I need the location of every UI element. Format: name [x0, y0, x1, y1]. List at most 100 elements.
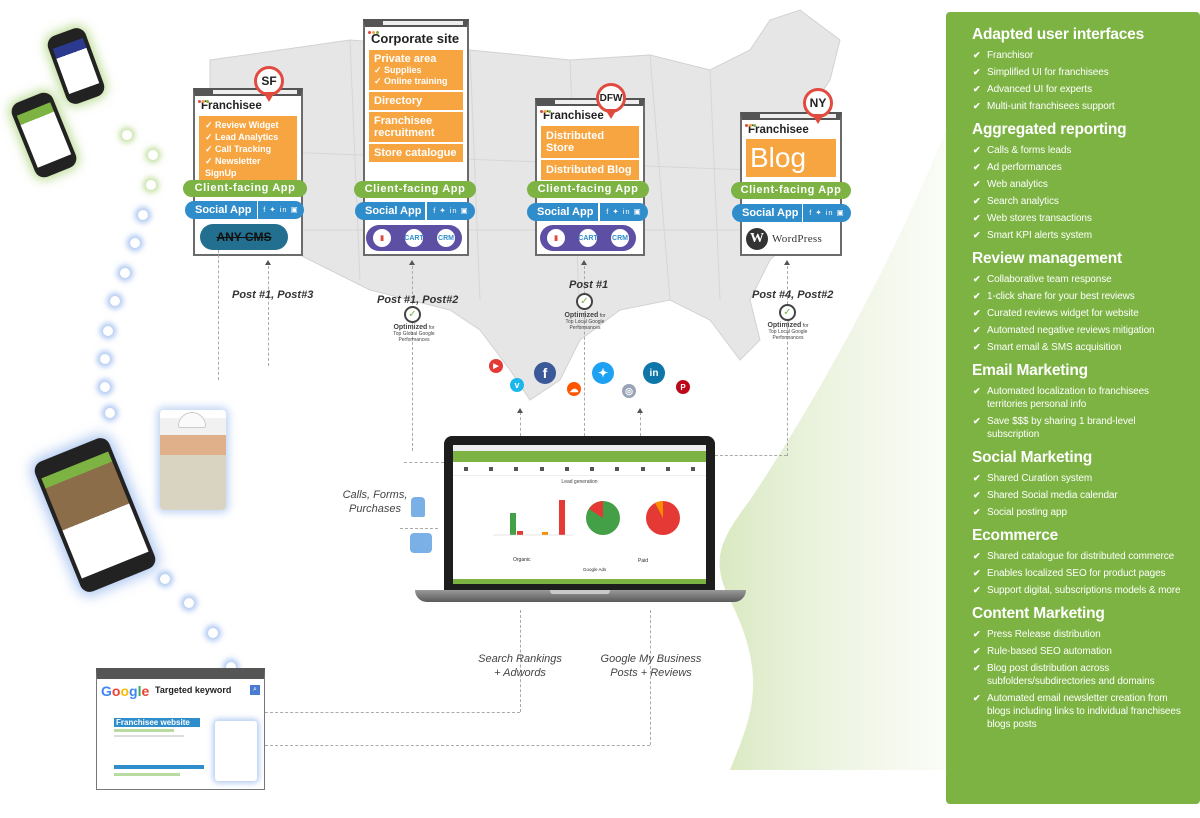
panel-item-text: Web analytics — [987, 179, 1048, 190]
person-presenting-icon — [411, 497, 425, 517]
check-icon: ✔ — [973, 663, 981, 673]
panel-item-text: Ad performances — [987, 162, 1062, 173]
corporate-client-facing-app[interactable]: Client-facing App — [354, 181, 476, 198]
connector-line — [520, 412, 521, 436]
blog-section[interactable]: Blog — [746, 139, 836, 177]
sf-social-icons: f ✦ in ▣ — [258, 201, 304, 219]
panel-item-text: Shared Curation system — [987, 473, 1093, 484]
panel-list-item: ✔ Press Release distribution — [972, 628, 1190, 641]
trail-dot — [110, 296, 120, 306]
wordpress-logo: W WordPress — [746, 226, 836, 252]
panel-section-title: Content Marketing — [972, 605, 1105, 622]
panel-section-title: Social Marketing — [972, 449, 1092, 466]
facebook-icon[interactable]: f — [534, 362, 556, 384]
check-icon: ✔ — [973, 693, 981, 703]
panel-list-item: ✔ Collaborative team response — [972, 273, 1190, 286]
pinterest-icon[interactable]: P — [676, 380, 690, 394]
wordpress-icon: W — [746, 228, 768, 250]
soundcloud-icon[interactable]: ☁ — [567, 382, 581, 396]
bar-green — [510, 513, 516, 535]
check-icon: ✔ — [973, 473, 981, 483]
panel-list-item: ✔ Blog post distribution across subfolder… — [972, 662, 1190, 688]
check-icon: ✔ — [973, 551, 981, 561]
check-icon: ✔ — [973, 325, 981, 335]
panel-item-text: Support digital, subscriptions models & … — [987, 585, 1181, 596]
linkedin-icon[interactable]: in — [643, 362, 665, 384]
panel-list-item: ✔ Web analytics — [972, 178, 1190, 191]
feature-item: ✓ Call Tracking — [205, 144, 272, 154]
feature-item: ✓ Lead Analytics — [205, 132, 279, 142]
sf-social-app[interactable]: Social App — [185, 201, 257, 219]
panel-section-title: Ecommerce — [972, 527, 1059, 544]
ny-client-facing-app[interactable]: Client-facing App — [731, 182, 851, 199]
distributed-blog-section[interactable]: Distributed Blog — [541, 160, 639, 180]
ny-social-app[interactable]: Social App — [732, 204, 802, 222]
features-panel: Adapted user interfaces ✔ Franchisor ✔ Simpl… — [946, 12, 1200, 804]
dfw-social-icons: f ✦ in ▣ — [600, 203, 648, 221]
search-keyword-input[interactable]: Targeted keyword — [155, 685, 231, 695]
corporate-social-app[interactable]: Social App — [355, 202, 425, 220]
bar-red-small — [517, 531, 523, 535]
dfw-social-app[interactable]: Social App — [527, 203, 598, 221]
youtube-icon[interactable]: ▶ — [489, 359, 503, 373]
bar-red-tall — [559, 500, 565, 535]
trail-dot — [146, 180, 156, 190]
panel-list-item: ✔ Curated reviews widget for website — [972, 307, 1190, 320]
field-worker-image — [160, 410, 226, 510]
check-icon: ✔ — [973, 213, 981, 223]
panel-item-text: Rule-based SEO automation — [987, 646, 1112, 657]
panel-list-item: ✔ Save $$$ by sharing 1 brand-level subsc… — [972, 415, 1190, 441]
panel-item-text: Advanced UI for experts — [987, 84, 1092, 95]
panel-list-item: ✔ Shared Curation system — [972, 472, 1190, 485]
distributed-store-section[interactable]: Distributed Store — [541, 126, 639, 158]
franchisee-website-result[interactable]: Franchisee website — [114, 718, 200, 727]
check-icon: ✔ — [973, 101, 981, 111]
private-area-section[interactable]: Private area ✓ Supplies ✓ Online trainin… — [369, 50, 463, 90]
calls-forms-purchases-label: Calls, Forms, Purchases — [342, 489, 408, 515]
optimized-check-icon: ✓ — [404, 306, 421, 323]
check-icon: ✔ — [973, 646, 981, 656]
directory-section[interactable]: Directory — [369, 92, 463, 110]
search-icon[interactable]: ⌕ — [250, 685, 260, 695]
panel-item-list: ✔ Calls & forms leads ✔ Ad performances ✔ Web… — [972, 144, 1190, 242]
panel-item-text: Smart KPI alerts system — [987, 230, 1092, 241]
mobile-phone-top — [44, 25, 108, 107]
organic-label: Organic — [513, 557, 531, 563]
check-icon: ✔ — [973, 196, 981, 206]
panel-item-list: ✔ Collaborative team response ✔ 1-click sha… — [972, 273, 1190, 354]
panel-item-text: Automated email newsletter creation from… — [987, 693, 1181, 730]
store-catalogue-section[interactable]: Store catalogue — [369, 144, 463, 162]
vimeo-icon[interactable]: v — [510, 378, 524, 392]
dfw-posts-label: Post #1 — [569, 279, 609, 291]
panel-list-item: ✔ Search analytics — [972, 195, 1190, 208]
twitter-icon[interactable]: ✦ — [592, 362, 614, 384]
check-icon: ✔ — [973, 568, 981, 578]
instagram-icon[interactable]: ◎ — [622, 384, 636, 398]
site-title: Corporate site — [371, 31, 460, 46]
sf-client-facing-app[interactable]: Client-facing App — [183, 180, 307, 197]
trail-dot — [160, 574, 170, 584]
panel-item-text: Automated localization to franchisees te… — [987, 386, 1149, 410]
dashboard-top-nav — [453, 451, 706, 462]
arrow-up-icon — [265, 260, 271, 265]
check-icon: ✔ — [973, 84, 981, 94]
recruitment-section[interactable]: Franchisee recruitment — [369, 112, 463, 142]
site-title: Franchisee — [543, 110, 604, 122]
panel-section: Adapted user interfaces ✔ Franchisor ✔ Simpl… — [972, 26, 1190, 113]
panel-item-text: Multi-unit franchisees support — [987, 101, 1115, 112]
ny-social-icons: f ✦ in ▣ — [803, 204, 851, 222]
panel-section: Review management ✔ Collaborative team res… — [972, 250, 1190, 354]
arrow-up-icon — [517, 408, 523, 413]
corporate-site: Corporate site Private area ✓ Supplies ✓… — [363, 19, 469, 256]
panel-list-item: ✔ Smart KPI alerts system — [972, 229, 1190, 242]
trail-dot — [103, 326, 113, 336]
dfw-client-facing-app[interactable]: Client-facing App — [527, 181, 649, 198]
panel-list-item: ✔ Automated email newsletter creation fro… — [972, 692, 1190, 731]
dashboard-title: Lead generation — [561, 479, 598, 485]
store-icon: ▮ — [545, 227, 567, 249]
arrow-up-icon — [581, 260, 587, 265]
panel-list-item: ✔ Web stores transactions — [972, 212, 1190, 225]
check-icon: ✔ — [973, 585, 981, 595]
panel-item-text: Shared catalogue for distributed commerc… — [987, 551, 1175, 562]
trail-dot — [120, 268, 130, 278]
